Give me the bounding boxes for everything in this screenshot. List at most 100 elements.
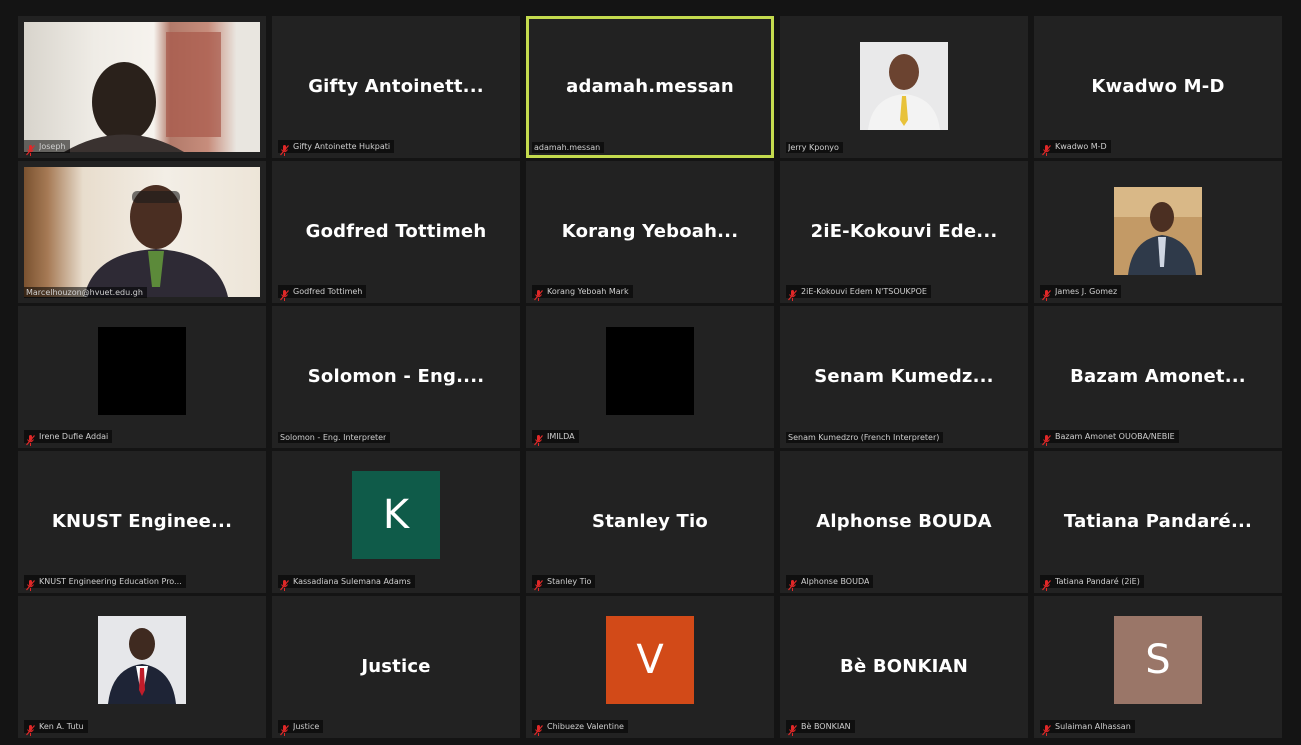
participant-tile-justice[interactable]: Justice Justice xyxy=(272,596,520,738)
participant-label: Marcelhouzon@hvuet.edu.gh xyxy=(24,287,147,298)
participant-label: Justice xyxy=(278,720,324,736)
participant-label-text: Ken A. Tutu xyxy=(39,722,84,731)
participant-label-text: Tatiana Pandaré (2iE) xyxy=(1055,577,1140,586)
participant-label-text: Kassadiana Sulemana Adams xyxy=(293,577,411,586)
participant-tile-korang[interactable]: Korang Yeboah... Korang Yeboah Mark xyxy=(526,161,774,303)
participant-label: 2iE-Kokouvi Edem N'TSOUKPOE xyxy=(786,285,931,301)
muted-mic-icon xyxy=(534,286,543,301)
video-off-placeholder xyxy=(98,327,186,416)
participant-label: Senam Kumedzro (French Interpreter) xyxy=(786,432,944,443)
muted-mic-icon xyxy=(534,721,543,736)
participant-label: Stanley Tio xyxy=(532,575,596,591)
participant-label: Godfred Tottimeh xyxy=(278,285,367,301)
participant-tile-jerry[interactable]: Jerry Kponyo xyxy=(780,16,1028,158)
participant-tile-bazam[interactable]: Bazam Amonet... Bazam Amonet OUOBA/NEBIE xyxy=(1034,306,1282,448)
muted-mic-icon xyxy=(280,721,289,736)
participant-tile-gifty[interactable]: Gifty Antoinett... Gifty Antoinette Hukp… xyxy=(272,16,520,158)
participant-label-text: adamah.messan xyxy=(534,143,601,152)
letter-avatar: V xyxy=(606,615,694,704)
participant-display-name: Tatiana Pandaré... xyxy=(1063,511,1253,532)
participant-label: Joseph xyxy=(24,140,70,156)
participant-label: Jerry Kponyo xyxy=(786,142,843,153)
participant-tile-knust[interactable]: KNUST Enginee... KNUST Engineering Educa… xyxy=(18,451,266,593)
participant-label-text: Irene Dufie Addai xyxy=(39,432,109,441)
participant-label-text: Senam Kumedzro (French Interpreter) xyxy=(788,433,940,442)
participant-label-text: Jerry Kponyo xyxy=(788,143,839,152)
participant-label: James J. Gomez xyxy=(1040,285,1122,301)
participant-tile-tatiana[interactable]: Tatiana Pandaré... Tatiana Pandaré (2iE) xyxy=(1034,451,1282,593)
participant-label: adamah.messan xyxy=(532,142,605,153)
participant-video xyxy=(24,167,260,297)
participant-display-name: Kwadwo M-D xyxy=(1091,76,1225,97)
participant-label: Korang Yeboah Mark xyxy=(532,285,633,301)
profile-photo xyxy=(98,615,186,704)
muted-mic-icon xyxy=(788,576,797,591)
participant-display-name: KNUST Enginee... xyxy=(51,511,233,532)
participant-label-text: Korang Yeboah Mark xyxy=(547,287,629,296)
participant-label-text: Gifty Antoinette Hukpati xyxy=(293,142,391,151)
participant-tile-godfred[interactable]: Godfred Tottimeh Godfred Tottimeh xyxy=(272,161,520,303)
participant-label: Alphonse BOUDA xyxy=(786,575,874,591)
letter-avatar: S xyxy=(1114,615,1202,704)
person-silhouette xyxy=(84,185,228,297)
participant-tile-adamah-active-speaker[interactable]: adamah.messan adamah.messan xyxy=(526,16,774,158)
participant-tile-joseph[interactable]: Joseph xyxy=(18,16,266,158)
participant-label-text: Alphonse BOUDA xyxy=(801,577,870,586)
muted-mic-icon xyxy=(534,576,543,591)
participant-label-text: Sulaiman Alhassan xyxy=(1055,722,1131,731)
participant-tile-be-bonkian[interactable]: Bè BONKIAN Bè BONKIAN xyxy=(780,596,1028,738)
participant-display-name: Alphonse BOUDA xyxy=(816,511,992,532)
participant-label: Kassadiana Sulemana Adams xyxy=(278,575,415,591)
profile-photo xyxy=(860,41,948,130)
participant-display-name: Solomon - Eng.... xyxy=(307,366,485,387)
participant-label-text: Chibueze Valentine xyxy=(547,722,624,731)
muted-mic-icon xyxy=(534,431,543,446)
muted-mic-icon xyxy=(26,431,35,446)
participant-display-name: adamah.messan xyxy=(566,76,734,97)
muted-mic-icon xyxy=(1042,286,1051,301)
profile-photo xyxy=(1114,186,1202,275)
participant-label-text: 2iE-Kokouvi Edem N'TSOUKPOE xyxy=(801,287,927,296)
participant-label: Bazam Amonet OUOBA/NEBIE xyxy=(1040,430,1179,446)
participant-display-name: Bazam Amonet... xyxy=(1070,366,1246,387)
participant-tile-senam[interactable]: Senam Kumedz... Senam Kumedzro (French I… xyxy=(780,306,1028,448)
participant-label-text: Marcelhouzon@hvuet.edu.gh xyxy=(26,288,143,297)
participant-display-name: Senam Kumedz... xyxy=(814,366,994,387)
participant-tile-marcel[interactable]: Marcelhouzon@hvuet.edu.gh xyxy=(18,161,266,303)
participant-label: Irene Dufie Addai xyxy=(24,430,113,446)
participant-tile-solomon[interactable]: Solomon - Eng.... Solomon - Eng. Interpr… xyxy=(272,306,520,448)
muted-mic-icon xyxy=(280,286,289,301)
participant-tile-kassadiana[interactable]: K Kassadiana Sulemana Adams xyxy=(272,451,520,593)
participant-tile-sulaiman[interactable]: S Sulaiman Alhassan xyxy=(1034,596,1282,738)
muted-mic-icon xyxy=(1042,141,1051,156)
participant-display-name: Bè BONKIAN xyxy=(840,656,968,677)
participant-tile-irene[interactable]: Irene Dufie Addai xyxy=(18,306,266,448)
participant-grid: Joseph Gifty Antoinett... Gifty Antoinet… xyxy=(18,16,1282,738)
participant-label-text: Godfred Tottimeh xyxy=(293,287,363,296)
person-silhouette xyxy=(64,32,221,152)
video-off-placeholder xyxy=(606,327,694,416)
muted-mic-icon xyxy=(280,141,289,156)
participant-label-text: James J. Gomez xyxy=(1055,287,1118,296)
participant-display-name: Justice xyxy=(361,656,431,677)
participant-label: Kwadwo M-D xyxy=(1040,140,1111,156)
participant-label: Gifty Antoinette Hukpati xyxy=(278,140,395,156)
participant-tile-kwadwo[interactable]: Kwadwo M-D Kwadwo M-D xyxy=(1034,16,1282,158)
participant-tile-alphonse[interactable]: Alphonse BOUDA Alphonse BOUDA xyxy=(780,451,1028,593)
participant-tile-james[interactable]: James J. Gomez xyxy=(1034,161,1282,303)
participant-display-name: Stanley Tio xyxy=(592,511,708,532)
participant-tile-stanley[interactable]: Stanley Tio Stanley Tio xyxy=(526,451,774,593)
participant-label-text: Justice xyxy=(293,722,320,731)
participant-tile-ken[interactable]: Ken A. Tutu xyxy=(18,596,266,738)
participant-tile-chibueze[interactable]: V Chibueze Valentine xyxy=(526,596,774,738)
letter-avatar: K xyxy=(352,470,440,559)
muted-mic-icon xyxy=(1042,431,1051,446)
participant-tile-kokouvi[interactable]: 2iE-Kokouvi Ede... 2iE-Kokouvi Edem N'TS… xyxy=(780,161,1028,303)
participant-tile-imilda[interactable]: IMILDA xyxy=(526,306,774,448)
participant-label: KNUST Engineering Education Pro... xyxy=(24,575,186,591)
participant-label-text: IMILDA xyxy=(547,432,575,441)
participant-label-text: Bazam Amonet OUOBA/NEBIE xyxy=(1055,432,1175,441)
participant-label: Solomon - Eng. Interpreter xyxy=(278,432,391,443)
participant-label-text: Bè BONKIAN xyxy=(801,722,851,731)
participant-display-name: Korang Yeboah... xyxy=(561,221,739,242)
